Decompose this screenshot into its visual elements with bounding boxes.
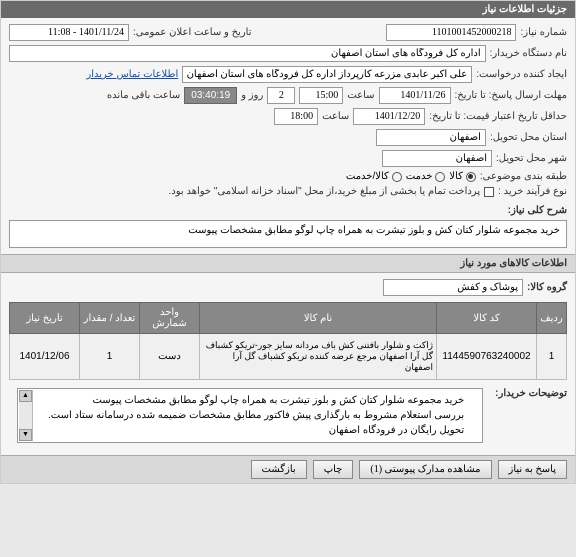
scrollbar[interactable]: ▲ ▼	[19, 390, 33, 441]
items-table: ردیف کد کالا نام کالا واحد شمارش تعداد /…	[9, 302, 567, 380]
back-button[interactable]: بازگشت	[251, 460, 307, 479]
buyer-label: نام دستگاه خریدار:	[490, 48, 567, 59]
items-section-title: اطلاعات کالاهای مورد نیاز	[1, 254, 575, 273]
radio-service-label: خدمت	[406, 171, 433, 182]
radio-icon	[466, 172, 476, 182]
remain-label: ساعت باقی مانده	[107, 90, 180, 101]
th-row: ردیف	[537, 303, 567, 334]
creator-input[interactable]	[182, 66, 472, 83]
th-qty: تعداد / مقدار	[80, 303, 140, 334]
creator-label: ایجاد کننده درخواست:	[476, 69, 567, 80]
scroll-down-icon[interactable]: ▼	[19, 429, 32, 441]
radio-icon	[435, 172, 445, 182]
th-unit: واحد شمارش	[140, 303, 200, 334]
city-label: شهر محل تحویل:	[496, 153, 567, 164]
scroll-up-icon[interactable]: ▲	[19, 390, 32, 402]
deadline-date-input[interactable]	[379, 87, 451, 104]
notes-label: توضیحات خریدار:	[495, 384, 567, 399]
time-label-1: ساعت	[347, 90, 374, 101]
purchase-type-label: نوع فرآیند خرید :	[498, 186, 567, 197]
reply-button[interactable]: پاسخ به نیاز	[498, 460, 568, 479]
table-header-row: ردیف کد کالا نام کالا واحد شمارش تعداد /…	[10, 303, 567, 334]
desc-header-label: شرح کلی نیاز:	[508, 205, 567, 216]
city-input[interactable]	[382, 150, 492, 167]
checkbox-icon	[484, 187, 494, 197]
deadline-label: مهلت ارسال پاسخ: تا تاریخ:	[455, 90, 567, 101]
valid-time-input[interactable]	[274, 108, 318, 125]
note-line-1: خرید مجموعه شلوار کتان کش و بلوز تیشرت ب…	[24, 393, 464, 408]
time-label-2: ساعت	[322, 111, 349, 122]
province-label: استان محل تحویل:	[490, 132, 567, 143]
button-bar: پاسخ به نیاز مشاهده مدارک پیوستی (1) چاپ…	[1, 455, 575, 483]
radio-goods-service[interactable]: کالا/خدمت	[346, 171, 402, 182]
radio-goods-label: کالا	[449, 171, 463, 182]
countdown: 03:40:19	[184, 87, 237, 104]
radio-gs-label: کالا/خدمت	[346, 171, 389, 182]
panel-title: جزئیات اطلاعات نیاز	[1, 1, 575, 18]
table-row[interactable]: 1 1144590763240002 ژاکت و شلوار بافتنی ک…	[10, 334, 567, 380]
valid-date-input[interactable]	[353, 108, 425, 125]
req-no-label: شماره نیاز:	[520, 27, 567, 38]
group-input[interactable]	[383, 279, 523, 296]
buyer-input[interactable]	[9, 45, 486, 62]
cell-idx: 1	[537, 334, 567, 380]
province-input[interactable]	[376, 129, 486, 146]
cell-qty: 1	[80, 334, 140, 380]
th-name: نام کالا	[200, 303, 437, 334]
req-no-input[interactable]	[386, 24, 516, 41]
th-code: کد کالا	[437, 303, 537, 334]
cell-unit: دست	[140, 334, 200, 380]
note-line-2: بررسی استعلام مشروط به بارگذاری پیش فاکت…	[24, 408, 464, 423]
cell-name: ژاکت و شلوار بافتنی کش باف مردانه سایز ج…	[200, 334, 437, 380]
cell-code: 1144590763240002	[437, 334, 537, 380]
radio-goods[interactable]: کالا	[449, 171, 476, 182]
contact-link[interactable]: اطلاعات تماس خریدار	[86, 69, 178, 80]
days-input[interactable]	[267, 87, 295, 104]
radio-service[interactable]: خدمت	[406, 171, 446, 182]
purchase-checkbox[interactable]	[484, 187, 494, 197]
announce-input[interactable]	[9, 24, 129, 41]
form-area: شماره نیاز: تاریخ و ساعت اعلان عمومی: نا…	[1, 18, 575, 254]
announce-label: تاریخ و ساعت اعلان عمومی:	[133, 27, 252, 38]
th-date: تاریخ نیاز	[10, 303, 80, 334]
main-panel: جزئیات اطلاعات نیاز شماره نیاز: تاریخ و …	[0, 0, 576, 484]
note-line-3: تحویل رایگان در فرودگاه اصفهان	[24, 423, 464, 438]
print-button[interactable]: چاپ	[313, 460, 354, 479]
category-label: طبقه بندی موضوعی:	[480, 171, 567, 182]
deadline-time-input[interactable]	[299, 87, 343, 104]
desc-box: خرید مجموعه شلوار کتان کش و بلوز تیشرت ب…	[9, 220, 567, 248]
days-label: روز و	[241, 90, 263, 101]
attachments-button[interactable]: مشاهده مدارک پیوستی (1)	[359, 460, 491, 479]
purchase-note: پرداخت تمام یا بخشی از مبلغ خرید،از محل …	[169, 186, 481, 197]
group-label: گروه کالا:	[527, 282, 567, 293]
cell-date: 1401/12/06	[10, 334, 80, 380]
valid-label: حداقل تاریخ اعتبار قیمت: تا تاریخ:	[429, 111, 567, 122]
radio-icon	[392, 172, 402, 182]
notes-box: ▲ ▼ خرید مجموعه شلوار کتان کش و بلوز تیش…	[17, 388, 483, 443]
